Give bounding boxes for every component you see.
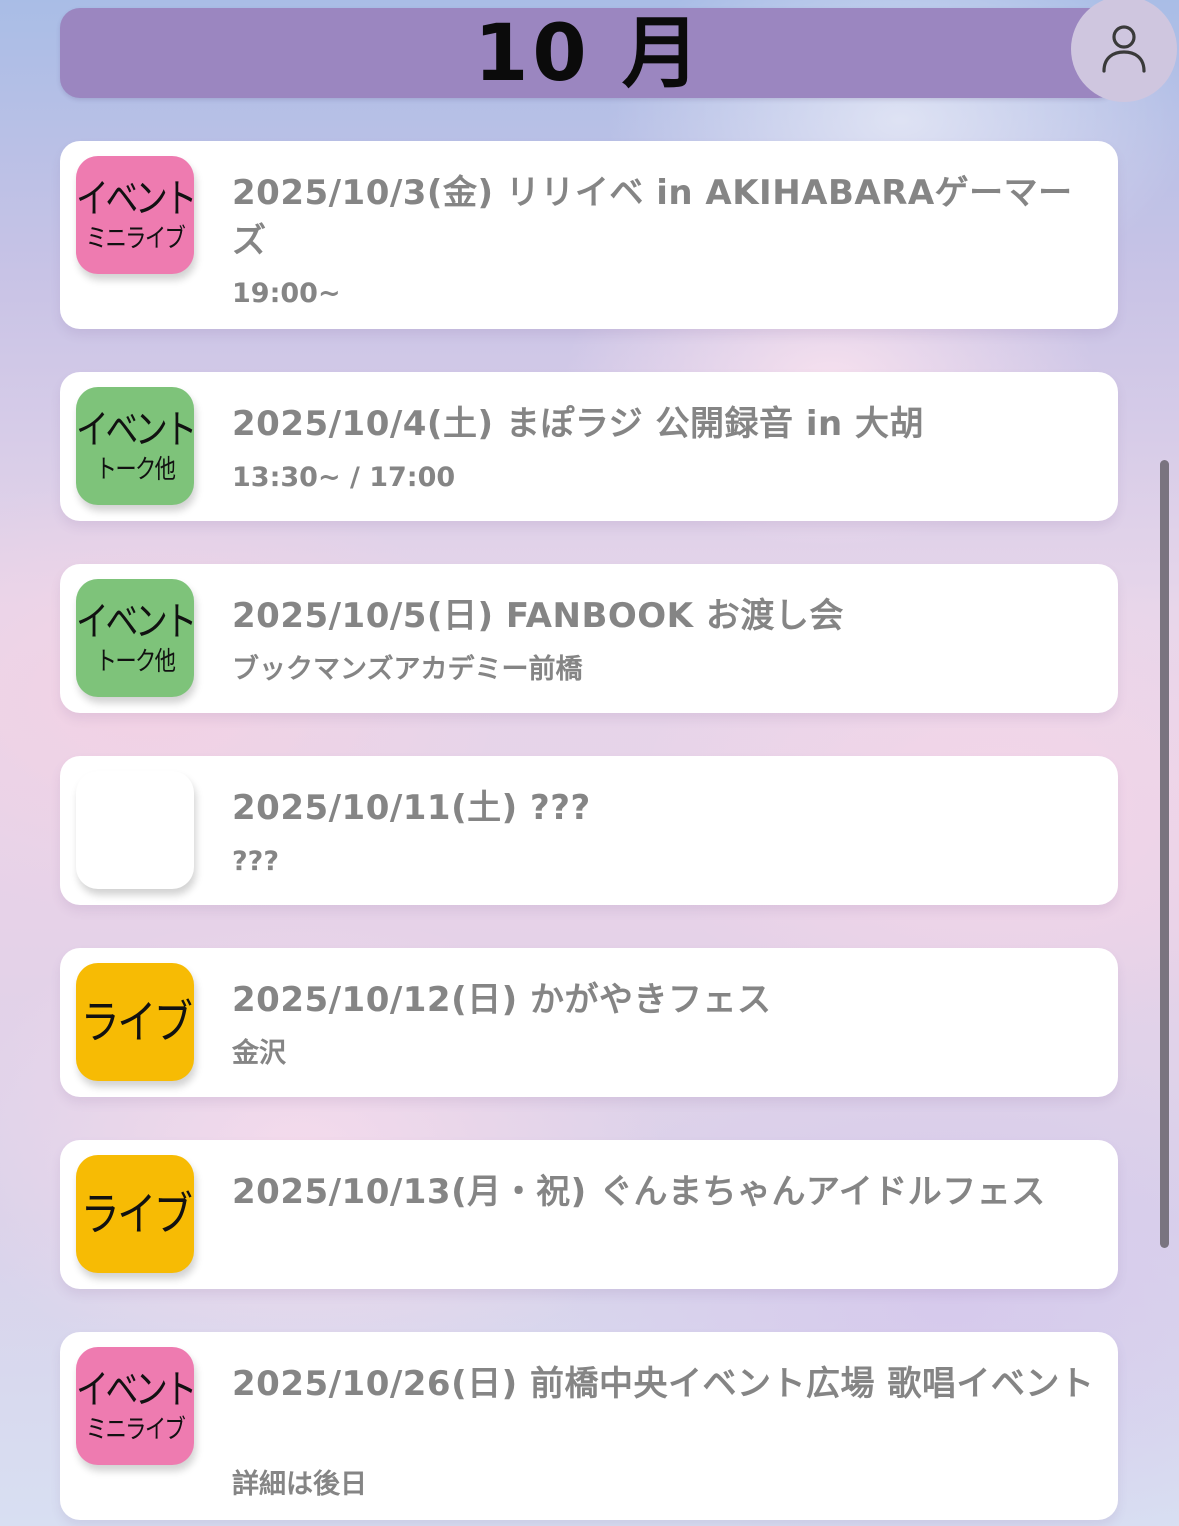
badge-sub-label: トーク他 <box>95 455 176 485</box>
event-title: 2025/10/4(土) まぽラジ 公開録音 in 大胡 <box>232 404 925 444</box>
badge-main-label: イベント <box>75 1367 197 1413</box>
event-detail: 19:00~ <box>232 278 341 309</box>
event-title: 2025/10/11(土) ??? <box>232 788 591 828</box>
event-card[interactable]: ライブ 2025/10/13(月・祝) ぐんまちゃんアイドルフェス <box>60 1140 1118 1289</box>
badge-main-label: イベント <box>75 599 197 645</box>
event-card[interactable]: イベント ミニライブ 2025/10/3(金) リリイベ in AKIHABAR… <box>60 141 1118 329</box>
event-card[interactable]: ライブ 2025/10/12(日) かがやきフェス 金沢 <box>60 948 1118 1097</box>
event-detail: 13:30~ / 17:00 <box>232 462 456 493</box>
event-title: 2025/10/13(月・祝) ぐんまちゃんアイドルフェス <box>232 1172 1046 1212</box>
category-badge: ライブ <box>76 963 194 1081</box>
event-card[interactable]: イベント ミニライブ 2025/10/26(日) 前橋中央イベント広場 歌唱イベ… <box>60 1332 1118 1520</box>
category-badge: イベント トーク他 <box>75 387 197 505</box>
event-title: 2025/10/26(日) 前橋中央イベント広場 歌唱イベント <box>232 1364 1095 1404</box>
badge-main-label: ライブ <box>80 995 192 1049</box>
category-badge: イベント ミニライブ <box>75 156 197 274</box>
badge-main-label: イベント <box>75 407 197 453</box>
badge-main-label: ライブ <box>80 1187 192 1241</box>
user-icon <box>1102 25 1146 73</box>
event-title: 2025/10/12(日) かがやきフェス <box>232 980 772 1020</box>
month-title: 10 月 <box>474 9 704 99</box>
event-card[interactable]: イベント トーク他 2025/10/4(土) まぽラジ 公開録音 in 大胡 1… <box>60 372 1118 521</box>
category-badge: イベント トーク他 <box>75 579 197 697</box>
event-title: 2025/10/3(金) リリイベ in AKIHABARAゲーマーズ <box>232 173 1073 261</box>
badge-sub-label: ミニライブ <box>85 224 186 254</box>
event-detail: 金沢 <box>232 1038 286 1069</box>
event-title: 2025/10/5(日) FANBOOK お渡し会 <box>232 596 844 636</box>
badge-sub-label: ミニライブ <box>85 1415 186 1445</box>
event-detail: ブックマンズアカデミー前橋 <box>232 654 583 685</box>
event-detail: 詳細は後日 <box>232 1469 367 1500</box>
event-detail: ??? <box>232 846 279 877</box>
category-badge: ライブ <box>76 1155 194 1273</box>
scrollbar-thumb[interactable] <box>1160 460 1169 1248</box>
month-header: 10 月 <box>60 0 1177 102</box>
badge-sub-label: トーク他 <box>95 647 176 677</box>
event-card[interactable]: 2025/10/11(土) ??? ??? <box>60 756 1118 905</box>
category-badge: イベント ミニライブ <box>75 1347 197 1465</box>
category-badge <box>76 771 194 889</box>
badge-main-label: イベント <box>75 176 197 222</box>
event-card[interactable]: イベント トーク他 2025/10/5(日) FANBOOK お渡し会 ブックマ… <box>60 564 1118 713</box>
